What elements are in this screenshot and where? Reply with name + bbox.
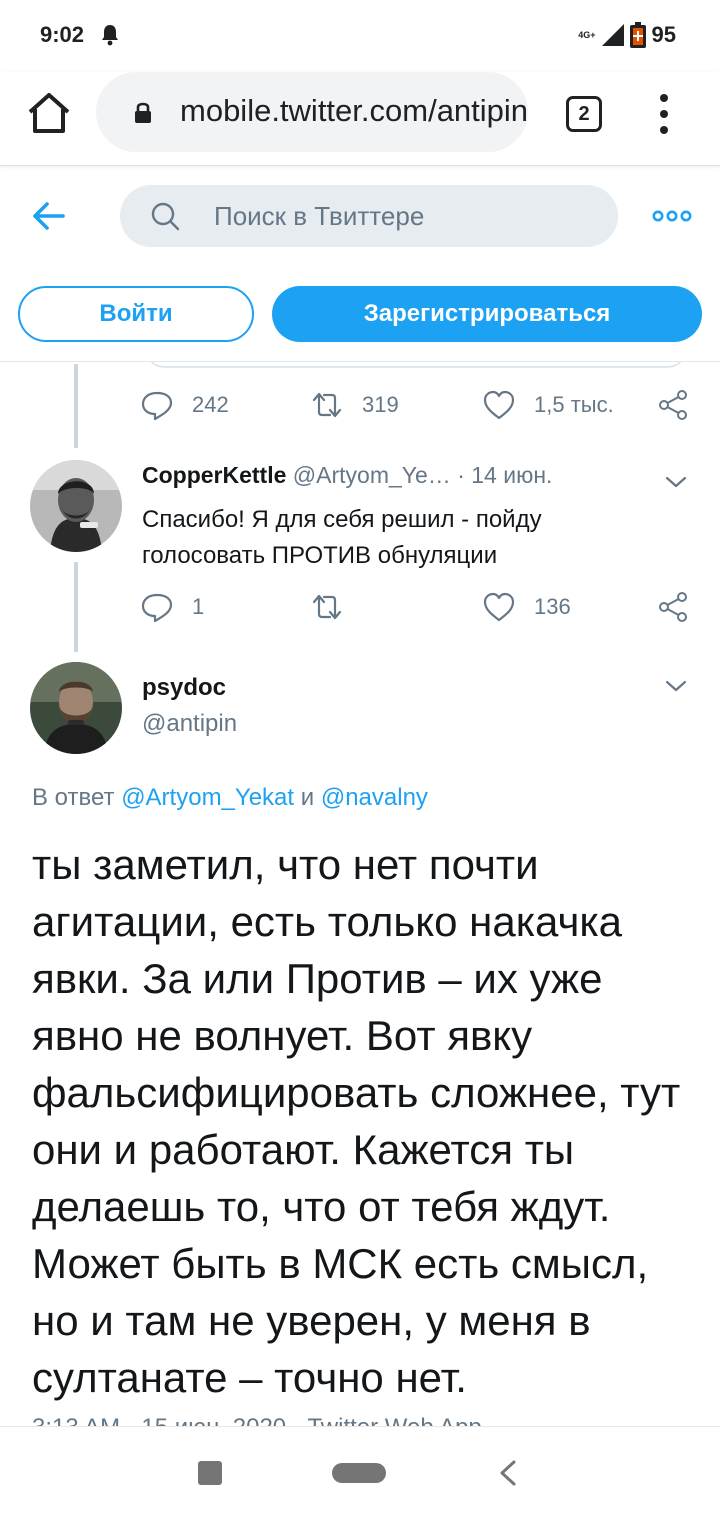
author-name[interactable]: psydoc (142, 674, 226, 702)
status-bar: 9:02 4G+ 95 (0, 0, 720, 72)
reply-count: 1 (192, 594, 205, 619)
home-icon[interactable] (26, 90, 72, 136)
back-arrow-icon[interactable] (30, 198, 66, 234)
replying-to: В ответ @Artyom_Yekat и @navalny (32, 784, 428, 812)
chevron-down-icon[interactable] (664, 474, 688, 490)
url-text: mobile.twitter.com/antipin/status/1272 (180, 93, 528, 128)
share-icon (659, 592, 687, 622)
share-button[interactable] (656, 388, 690, 422)
address-bar[interactable]: mobile.twitter.com/antipin/status/1272 (96, 72, 528, 152)
author-name[interactable]: CopperKettle (142, 462, 286, 488)
home-button[interactable] (332, 1463, 386, 1483)
search-icon (151, 202, 180, 231)
tabs-switcher-button[interactable]: 2 (566, 96, 602, 132)
reply-count: 242 (192, 392, 229, 417)
more-options-icon[interactable] (652, 206, 692, 226)
battery-icon (629, 22, 646, 48)
browser-toolbar: mobile.twitter.com/antipin/status/1272 2 (0, 72, 720, 166)
status-time: 9:02 (40, 22, 85, 47)
back-icon[interactable] (496, 1459, 520, 1487)
notification-bell-icon (102, 25, 118, 46)
tweet-text: ты заметил, что нет почти агитации, есть… (32, 841, 681, 1401)
tweet-text: Спасибо! Я для себя решил - пойду голосо… (142, 506, 542, 569)
retweet-button[interactable] (310, 590, 362, 624)
thread-line (74, 364, 78, 448)
tweet-date[interactable]: 14 июн. (471, 462, 552, 488)
tweet-actions: 242 319 1,5 тыс. (140, 388, 700, 428)
separator-dot: · (457, 462, 465, 488)
battery-level: 95 (651, 22, 676, 47)
reply-icon (141, 593, 173, 623)
retweet-count: 319 (362, 392, 399, 417)
reply-button[interactable]: 242 (140, 388, 229, 422)
tweet-meta: 3:13 AM · 15 июн. 2020 · Twitter Web App (32, 1414, 482, 1426)
thread-line (74, 562, 78, 652)
share-icon (659, 390, 687, 420)
avatar[interactable] (30, 662, 122, 754)
browser-menu-icon[interactable] (655, 92, 673, 136)
auth-bar: Войти Зарегистрироваться (0, 270, 720, 362)
heart-icon (483, 390, 515, 420)
mention-link[interactable]: @navalny (321, 784, 428, 811)
search-input[interactable]: Поиск в Твиттере (120, 185, 618, 247)
system-nav-bar (0, 1426, 720, 1520)
twitter-header: Поиск в Твиттере (0, 168, 720, 264)
like-button[interactable]: 1,5 тыс. (482, 388, 614, 422)
heart-icon (483, 592, 515, 622)
signup-button[interactable]: Зарегистрироваться (272, 286, 702, 342)
author-handle[interactable]: @Artyom_Ye… (293, 462, 451, 488)
reply-icon (141, 391, 173, 421)
author-handle[interactable]: @antipin (142, 710, 237, 738)
retweet-icon (312, 392, 342, 418)
signal-icon (601, 24, 624, 46)
chevron-down-icon[interactable] (664, 678, 688, 694)
tweet-header: CopperKettle @Artyom_Ye… · 14 июн. (142, 462, 642, 489)
reply-button[interactable]: 1 (140, 590, 204, 624)
tweet-actions: 1 136 (140, 590, 700, 630)
like-count: 1,5 тыс. (534, 392, 614, 417)
reply-joiner: и (300, 784, 315, 811)
lock-icon (135, 102, 151, 123)
retweet-button[interactable]: 319 (310, 388, 399, 422)
reply-prefix: В ответ (32, 784, 115, 811)
retweet-icon (312, 594, 342, 620)
like-button[interactable]: 136 (482, 590, 571, 624)
share-button[interactable] (656, 590, 690, 624)
search-placeholder: Поиск в Твиттере (214, 201, 425, 231)
recent-apps-button[interactable] (198, 1461, 222, 1485)
status-indicators: 4G+ 95 (578, 22, 676, 48)
mention-link[interactable]: @Artyom_Yekat (121, 784, 294, 811)
avatar[interactable] (30, 460, 122, 552)
login-button[interactable]: Войти (18, 286, 254, 342)
like-count: 136 (534, 594, 571, 619)
network-type: 4G+ (578, 29, 596, 40)
